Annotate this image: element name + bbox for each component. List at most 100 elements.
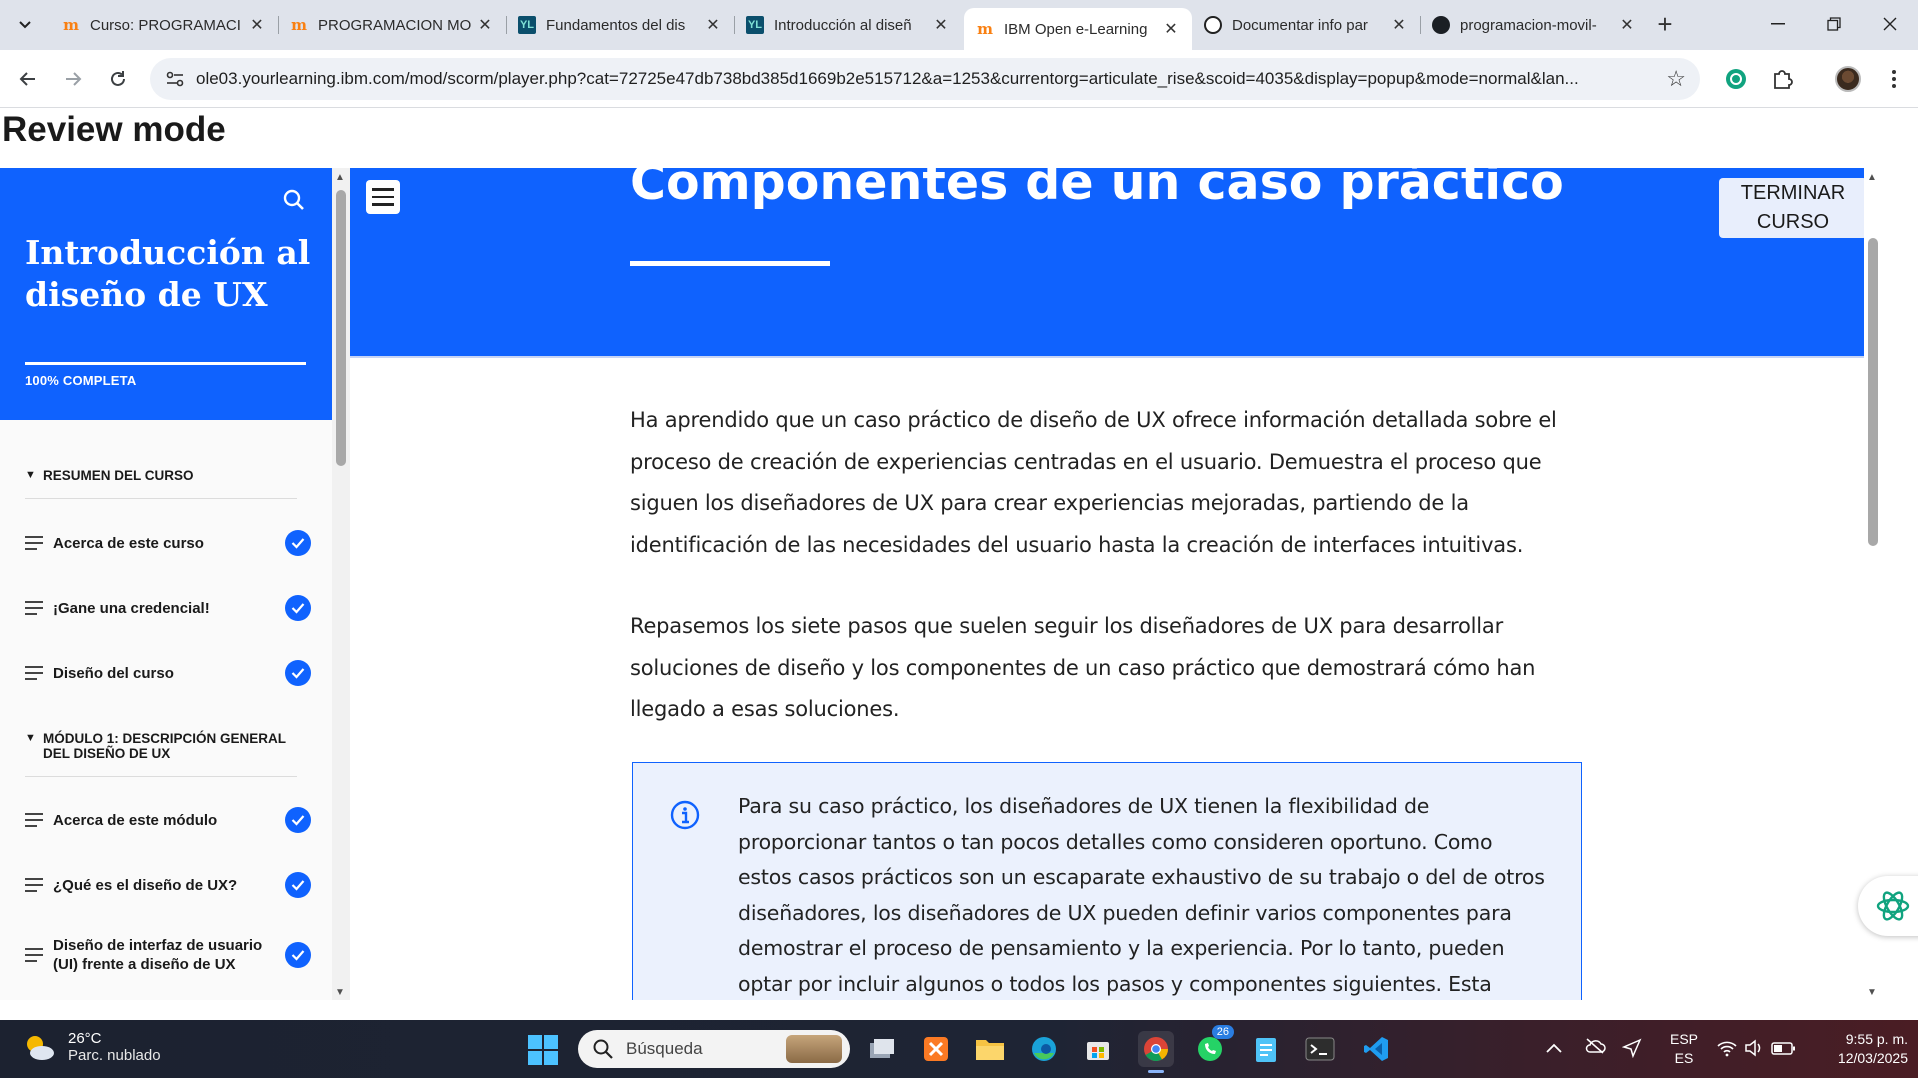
tab-strip: m Curso: PROGRAMACI ✕ m PROGRAMACION MO …	[0, 0, 1918, 50]
lesson-lines-icon	[25, 666, 43, 680]
store-icon	[1087, 1042, 1109, 1060]
section-label: RESUMEN DEL CURSO	[43, 468, 194, 483]
new-tab-button[interactable]: +	[1650, 10, 1680, 40]
minimize-icon	[1771, 23, 1785, 25]
section-toggle-resumen[interactable]: ▼ RESUMEN DEL CURSO	[25, 468, 295, 483]
weather-widget[interactable]: 26°C Parc. nublado	[22, 1030, 161, 1064]
vscode-app[interactable]	[1358, 1031, 1394, 1067]
caret-down-icon: ▼	[25, 732, 36, 744]
clock-time: 9:55 p. m.	[1845, 1031, 1908, 1047]
back-button[interactable]	[10, 61, 46, 97]
xampp-app[interactable]	[918, 1031, 954, 1067]
terminal-app[interactable]	[1302, 1031, 1338, 1067]
close-tab-icon[interactable]: ✕	[248, 15, 266, 35]
file-explorer-app[interactable]	[972, 1031, 1008, 1067]
whatsapp-app[interactable]: 26	[1192, 1025, 1234, 1067]
store-app[interactable]	[1080, 1031, 1116, 1067]
url-text: ole03.yourlearning.ibm.com/mod/scorm/pla…	[196, 69, 1579, 88]
sidebar-item-que-es-ux[interactable]: ¿Qué es el diseño de UX?	[25, 865, 311, 905]
tab-fundamentos[interactable]: YL Fundamentos del dis ✕	[506, 8, 735, 42]
close-tab-icon[interactable]: ✕	[932, 15, 950, 35]
tab-curso-programacion[interactable]: m Curso: PROGRAMACI ✕	[50, 8, 279, 42]
whatsapp-icon	[1198, 1037, 1222, 1061]
location-status[interactable]	[1621, 1038, 1642, 1063]
close-tab-icon[interactable]: ✕	[1390, 15, 1408, 35]
edge-icon	[1032, 1037, 1056, 1061]
edge-app[interactable]	[1026, 1031, 1062, 1067]
puzzle-icon	[1774, 70, 1793, 89]
extensions-button[interactable]	[1766, 63, 1798, 95]
close-tab-icon[interactable]: ✕	[1618, 15, 1636, 35]
info-note: Para su caso práctico, los diseñadores d…	[632, 762, 1582, 1000]
cloud-sync-status[interactable]	[1584, 1038, 1606, 1059]
tab-search-button[interactable]	[10, 10, 40, 40]
show-hidden-icons-button[interactable]	[1546, 1038, 1562, 1058]
minimize-button[interactable]	[1758, 6, 1798, 42]
start-button[interactable]	[528, 1035, 558, 1065]
input-language-indicator[interactable]: ESP ES	[1670, 1030, 1698, 1068]
close-tab-icon[interactable]: ✕	[476, 15, 494, 35]
steps-paragraph: Repasemos los siete pasos que suelen seg…	[630, 614, 1536, 721]
finish-course-button[interactable]: TERMINAR CURSO	[1719, 178, 1864, 238]
terminal-icon	[1305, 1037, 1335, 1061]
reload-button[interactable]	[100, 61, 136, 97]
restore-button[interactable]	[1814, 6, 1854, 42]
sidebar-item-diseno-curso[interactable]: Diseño del curso	[25, 653, 311, 693]
system-clock[interactable]: 9:55 p. m. 12/03/2025	[1812, 1030, 1908, 1068]
forward-button[interactable]	[55, 61, 91, 97]
close-tab-icon[interactable]: ✕	[1162, 19, 1180, 39]
chatgpt-icon	[1726, 69, 1746, 89]
intro-paragraph: Ha aprendido que un caso práctico de dis…	[630, 408, 1557, 557]
scrollbar-thumb[interactable]	[336, 190, 346, 466]
tab-ibm-open-elearning[interactable]: m IBM Open e-Learning ✕	[964, 8, 1192, 50]
tab-introduccion[interactable]: YL Introducción al diseñ ✕	[734, 8, 962, 42]
wifi-icon	[1717, 1041, 1737, 1057]
section-label: MÓDULO 1: DESCRIPCIÓN GENERAL DEL DISEÑO…	[43, 731, 286, 761]
tab-documentar-info[interactable]: Documentar info par ✕	[1192, 8, 1421, 42]
profile-button[interactable]	[1832, 63, 1864, 95]
chrome-app[interactable]	[1138, 1031, 1174, 1073]
folder-icon	[976, 1040, 1004, 1060]
avatar	[1835, 66, 1861, 92]
lesson-label: Acerca de este módulo	[53, 811, 218, 829]
address-bar[interactable]: ole03.yourlearning.ibm.com/mod/scorm/pla…	[150, 58, 1700, 100]
sidebar-item-credencial[interactable]: ¡Gane una credencial!	[25, 588, 311, 628]
close-window-button[interactable]	[1870, 6, 1910, 42]
sidebar-item-acerca-curso[interactable]: Acerca de este curso	[25, 523, 311, 563]
lesson-label: Diseño de interfaz de usuario (UI) frent…	[53, 937, 263, 973]
scroll-up-arrow-icon[interactable]: ▲	[335, 172, 345, 183]
lesson-banner: Componentes de un caso práctico TERMINAR…	[350, 168, 1864, 358]
scroll-down-arrow-icon[interactable]: ▼	[335, 987, 345, 998]
site-info-icon[interactable]	[164, 68, 186, 90]
github-icon	[1432, 16, 1450, 34]
taskbar-search[interactable]: Búsqueda	[578, 1030, 850, 1068]
kebab-menu-icon	[1892, 70, 1896, 88]
search-button[interactable]	[282, 188, 308, 214]
sidebar-item-ui-vs-ux[interactable]: Diseño de interfaz de usuario (UI) frent…	[25, 930, 311, 980]
bookmark-star-icon[interactable]: ☆	[1666, 66, 1686, 92]
search-icon	[593, 1039, 613, 1059]
sidebar-item-acerca-modulo[interactable]: Acerca de este módulo	[25, 800, 311, 840]
browser-menu-button[interactable]	[1878, 63, 1910, 95]
section-toggle-modulo-1[interactable]: ▼ MÓDULO 1: DESCRIPCIÓN GENERAL DEL DISE…	[25, 731, 295, 761]
search-highlight-image	[786, 1035, 842, 1063]
scroll-up-arrow-icon[interactable]: ▲	[1867, 172, 1877, 183]
close-tab-icon[interactable]: ✕	[704, 15, 722, 35]
tab-github-repo[interactable]: programacion-movil- ✕	[1420, 8, 1648, 42]
chatgpt-extension-button[interactable]	[1720, 63, 1752, 95]
tab-programacion-mo[interactable]: m PROGRAMACION MO ✕	[278, 8, 507, 42]
content-scrollbar[interactable]: ▲ ▼	[1864, 168, 1882, 1000]
scrollbar-thumb[interactable]	[1868, 238, 1878, 546]
sidebar-scrollbar[interactable]: ▲ ▼	[332, 168, 350, 1000]
notepad-app[interactable]	[1248, 1031, 1284, 1067]
checkmark-icon	[285, 872, 311, 898]
ai-assistant-button[interactable]	[1858, 876, 1918, 936]
scroll-down-arrow-icon[interactable]: ▼	[1867, 987, 1877, 998]
network-volume-battery[interactable]	[1716, 1038, 1798, 1063]
caret-down-icon: ▼	[25, 469, 36, 481]
task-view-button[interactable]	[864, 1031, 900, 1067]
progress-bar	[25, 362, 306, 365]
yourlearning-icon: YL	[746, 16, 764, 34]
lesson-content: Componentes de un caso práctico TERMINAR…	[350, 168, 1864, 1000]
menu-button[interactable]	[366, 180, 400, 214]
